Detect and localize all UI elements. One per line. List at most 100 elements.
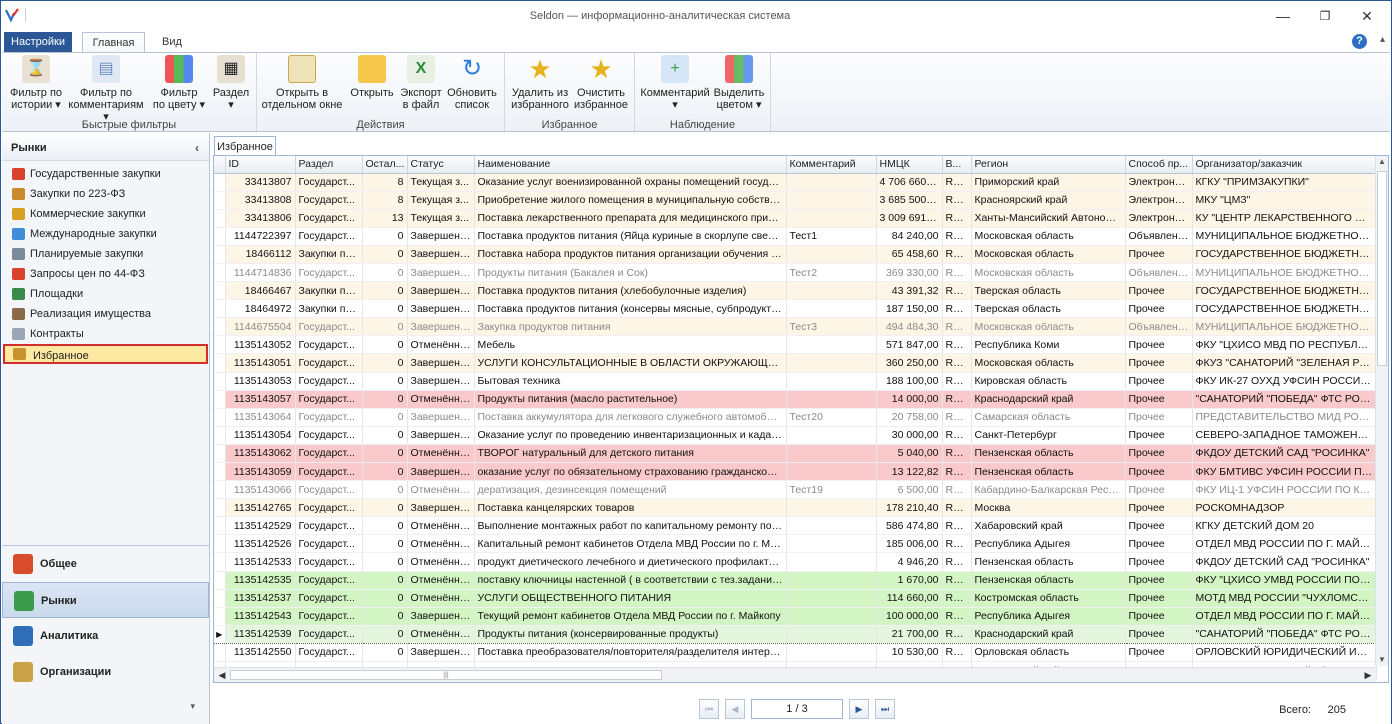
scroll-thumb[interactable] xyxy=(1377,171,1387,366)
table-row[interactable]: 1135142529 Государст... 0 Отменённа... Выпол… xyxy=(214,516,1377,536)
nav-section-button[interactable]: Организации xyxy=(2,654,209,690)
table-row[interactable]: 1135143066 Государст... 0 Отменённа... дерат… xyxy=(214,480,1377,500)
tab-settings[interactable]: Настройки xyxy=(4,32,72,52)
column-header[interactable]: Организатор/заказчик xyxy=(1192,156,1377,174)
table-cell: Государст... xyxy=(295,209,363,228)
table-row[interactable]: 1135143064 Государст... 0 Завершенн... Поста… xyxy=(214,408,1377,427)
table-row[interactable]: 33413808 Государст... 8 Текущая з... Приобре… xyxy=(214,191,1377,210)
table-row[interactable]: ▶ 1135142539 Государст... 0 Отменённа... Прод… xyxy=(214,624,1377,644)
total-label: Всего: xyxy=(1279,704,1311,716)
nav-item[interactable]: Коммерческие закупки xyxy=(2,204,209,224)
table-row[interactable]: 18466467 Закупки по... 0 Завершенн... Постав… xyxy=(214,281,1377,301)
table-row[interactable]: 1135142543 Государст... 0 Завершенн... Текущ… xyxy=(214,607,1377,626)
table-row[interactable]: 33413806 Государст... 13 Текущая з... Постав… xyxy=(214,209,1377,228)
page-input[interactable]: 1 / 3 xyxy=(751,699,843,719)
column-header[interactable]: Регион xyxy=(971,156,1126,174)
nav-item[interactable]: Запросы цен по 44-ФЗ xyxy=(2,264,209,284)
table-cell: 3 685 500,00 xyxy=(876,191,943,210)
section-button[interactable]: ▦ Раздел ▾ xyxy=(209,55,253,111)
table-cell: 0 xyxy=(362,624,408,644)
column-header[interactable]: ID xyxy=(225,156,296,174)
prev-page-button[interactable]: ◀ xyxy=(725,699,745,719)
first-page-button[interactable]: ⏮ xyxy=(699,699,719,719)
open-new-window-button[interactable]: Открыть в отдельном окне xyxy=(261,55,343,111)
scroll-up-icon[interactable]: ▲ xyxy=(1376,156,1388,168)
filter-color-button[interactable]: Фильтр по цвету ▾ xyxy=(150,55,208,111)
nav-item-icon xyxy=(12,248,25,260)
horizontal-scrollbar[interactable]: ◀ ||| ▶ xyxy=(214,667,1376,682)
table-row[interactable]: 1135143057 Государст... 0 Отменённа... Проду… xyxy=(214,390,1377,409)
nav-section-button[interactable]: Аналитика xyxy=(2,618,209,654)
column-header[interactable]: Остал... xyxy=(362,156,408,174)
scroll-left-icon[interactable]: ◀ xyxy=(216,668,228,682)
clear-favorites-button[interactable]: ★ Очистить избранное xyxy=(571,55,631,111)
table-row[interactable]: 1135142537 Государст... 0 Отменённа... УСЛУГ… xyxy=(214,589,1377,608)
column-header[interactable]: Раздел xyxy=(295,156,363,174)
table-row[interactable]: 18464972 Закупки по... 0 Завершенн... Постав… xyxy=(214,299,1377,319)
table-row[interactable]: 1144675504 Государст... 0 Завершенн... Закуп… xyxy=(214,317,1377,337)
table-cell: 0 xyxy=(362,589,408,608)
nav-item[interactable]: Контракты xyxy=(2,324,209,344)
column-header[interactable] xyxy=(214,156,226,174)
table-row[interactable]: 1135142526 Государст... 0 Отменённа... Капит… xyxy=(214,534,1377,554)
comment-button[interactable]: + Комментарий ▾ xyxy=(639,55,711,111)
export-button[interactable]: X Экспорт в файл xyxy=(399,55,443,111)
column-header[interactable]: Комментарий xyxy=(786,156,877,174)
nav-section-button[interactable]: Общее xyxy=(2,546,209,582)
nav-item[interactable]: Закупки по 223-ФЗ xyxy=(2,184,209,204)
nav-item[interactable]: Площадки xyxy=(2,284,209,304)
refresh-button[interactable]: ↻ Обновить список xyxy=(445,55,499,112)
chevron-left-icon[interactable]: ‹ xyxy=(195,133,199,163)
close-button[interactable]: ✕ xyxy=(1345,3,1389,29)
column-header[interactable]: НМЦК xyxy=(876,156,943,174)
minimize-button[interactable]: — xyxy=(1261,3,1305,29)
column-header[interactable]: Способ пр... xyxy=(1125,156,1193,174)
filter-history-button[interactable]: ⌛ Фильтр по истории ▾ xyxy=(6,55,66,111)
table-row[interactable]: 1135142765 Государст... 0 Завершенн... Поста… xyxy=(214,498,1377,518)
table-row[interactable]: 1135143053 Государст... 0 Завершенн... Бытов… xyxy=(214,372,1377,391)
table-row[interactable]: 1135143052 Государст... 0 Отменённа... Мебел… xyxy=(214,335,1377,355)
table-cell: ТВОРОГ натуральный для детского питания xyxy=(474,444,787,464)
nav-item[interactable]: Планируемые закупки xyxy=(2,244,209,264)
highlight-color-button[interactable]: Выделить цветом ▾ xyxy=(711,55,767,111)
table-cell: 13 xyxy=(362,209,408,228)
tab-favorites[interactable]: Избранное xyxy=(214,136,276,156)
maximize-button[interactable]: ❐ xyxy=(1303,3,1347,29)
ribbon-collapse-icon[interactable]: ▴ xyxy=(1380,34,1385,45)
nav-section-button[interactable]: Рынки xyxy=(2,582,209,618)
table-row[interactable]: 1135143051 Государст... 0 Завершенн... УСЛУГ… xyxy=(214,353,1377,373)
nav-item[interactable]: Международные закупки xyxy=(2,224,209,244)
open-button[interactable]: Открыть xyxy=(347,55,397,99)
next-page-button[interactable]: ▶ xyxy=(849,699,869,719)
nav-item[interactable]: Реализация имущества xyxy=(2,304,209,324)
column-header[interactable]: В... xyxy=(942,156,972,174)
column-header[interactable]: Наименование xyxy=(474,156,787,174)
table-row[interactable]: 1135143054 Государст... 0 Завершенн... Оказа… xyxy=(214,426,1377,445)
table-row[interactable]: 1144722397 Государст... 0 Завершенн... Поста… xyxy=(214,227,1377,246)
table-row[interactable]: 1135143062 Государст... 0 Отменённа... ТВОРО… xyxy=(214,444,1377,464)
table-cell: 1135143066 xyxy=(225,480,296,500)
tab-home[interactable]: Главная xyxy=(82,32,145,53)
table-row[interactable]: 33413807 Государст... 8 Текущая з... Оказани… xyxy=(214,173,1377,192)
remove-favorite-button[interactable]: ★ Удалить из избранного xyxy=(509,55,571,111)
chevron-down-icon[interactable]: ▾ xyxy=(190,701,195,712)
scroll-right-icon[interactable]: ▶ xyxy=(1362,668,1374,682)
column-header[interactable]: Статус xyxy=(407,156,475,174)
filter-comments-button[interactable]: ▤ Фильтр по комментариям ▾ xyxy=(66,55,146,123)
nav-item[interactable]: Государственные закупки xyxy=(2,164,209,184)
vertical-scrollbar[interactable]: ▲ ▼ xyxy=(1375,156,1388,666)
last-page-button[interactable]: ⏭ xyxy=(875,699,895,719)
table-cell: 14 000,00 xyxy=(876,390,943,409)
table-row[interactable]: 1144714836 Государст... 0 Завершенн... Проду… xyxy=(214,263,1377,283)
scroll-down-icon[interactable]: ▼ xyxy=(1376,654,1388,666)
table-row[interactable]: 1135142533 Государст... 0 Отменённа... проду… xyxy=(214,552,1377,572)
table-row[interactable]: 1135142535 Государст... 0 Отменённа... поста… xyxy=(214,571,1377,590)
table-row[interactable]: 18466112 Закупки по... 0 Завершенн... Постав… xyxy=(214,245,1377,264)
table-row[interactable]: 1135142550 Государст... 0 Завершенн... Поста… xyxy=(214,643,1377,663)
nav-section-icon xyxy=(14,591,34,611)
scroll-thumb-horizontal[interactable]: ||| xyxy=(230,670,662,680)
table-row[interactable]: 1135143059 Государст... 0 Завершенн... оказа… xyxy=(214,462,1377,482)
help-icon[interactable]: ? xyxy=(1352,34,1367,49)
nav-item[interactable]: Избранное xyxy=(3,344,208,364)
tab-view[interactable]: Вид xyxy=(151,32,193,52)
